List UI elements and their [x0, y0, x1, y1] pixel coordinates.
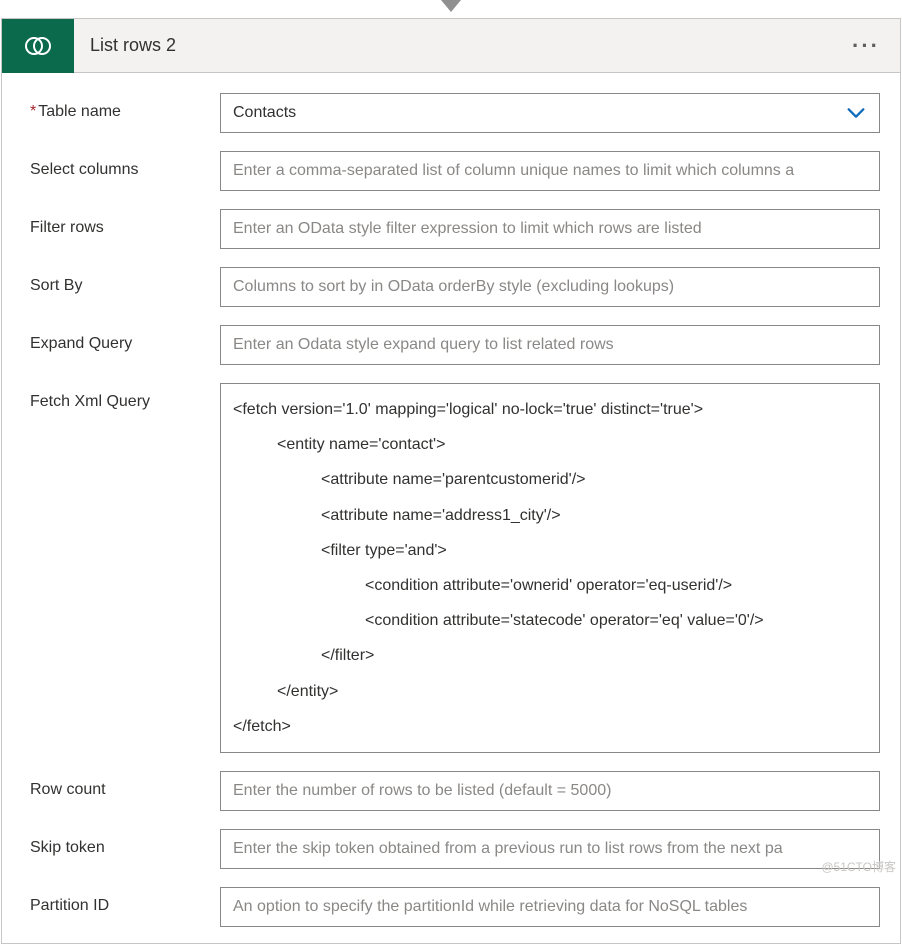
arrow-down-icon	[441, 0, 461, 12]
filter-rows-input[interactable]	[220, 209, 880, 249]
label-row-count: Row count	[30, 771, 220, 799]
sort-by-input[interactable]	[220, 267, 880, 307]
label-filter-rows: Filter rows	[30, 209, 220, 237]
partition-id-input[interactable]	[220, 887, 880, 927]
label-expand-query: Expand Query	[30, 325, 220, 353]
watermark: @51CTO博客	[821, 858, 896, 875]
fetch-xml-input[interactable]: <fetch version='1.0' mapping='logical' n…	[220, 383, 880, 753]
row-row-count: Row count	[30, 771, 880, 811]
expand-query-input[interactable]	[220, 325, 880, 365]
label-table-name: *Table name	[30, 93, 220, 121]
row-filter-rows: Filter rows	[30, 209, 880, 249]
row-table-name: *Table name Contacts	[30, 93, 880, 133]
dataverse-icon	[2, 19, 74, 73]
label-skip-token: Skip token	[30, 829, 220, 857]
connector-arrow	[0, 0, 902, 18]
row-select-columns: Select columns	[30, 151, 880, 191]
select-columns-input[interactable]	[220, 151, 880, 191]
action-card: List rows 2 ··· *Table name Contacts Sel…	[1, 18, 901, 944]
label-select-columns: Select columns	[30, 151, 220, 179]
label-partition-id: Partition ID	[30, 887, 220, 915]
card-title: List rows 2	[74, 35, 832, 56]
chevron-down-icon	[845, 102, 867, 124]
table-name-select[interactable]: Contacts	[220, 93, 880, 133]
label-fetch-xml: Fetch Xml Query	[30, 383, 220, 411]
label-sort-by: Sort By	[30, 267, 220, 295]
table-name-value: Contacts	[233, 104, 845, 122]
row-partition-id: Partition ID	[30, 887, 880, 927]
form-body: *Table name Contacts Select columns Filt…	[2, 73, 900, 943]
skip-token-input[interactable]	[220, 829, 880, 869]
row-skip-token: Skip token	[30, 829, 880, 869]
more-menu-icon[interactable]: ···	[832, 33, 900, 59]
row-sort-by: Sort By	[30, 267, 880, 307]
row-expand-query: Expand Query	[30, 325, 880, 365]
row-fetch-xml: Fetch Xml Query <fetch version='1.0' map…	[30, 383, 880, 753]
row-count-input[interactable]	[220, 771, 880, 811]
card-header: List rows 2 ···	[2, 19, 900, 73]
